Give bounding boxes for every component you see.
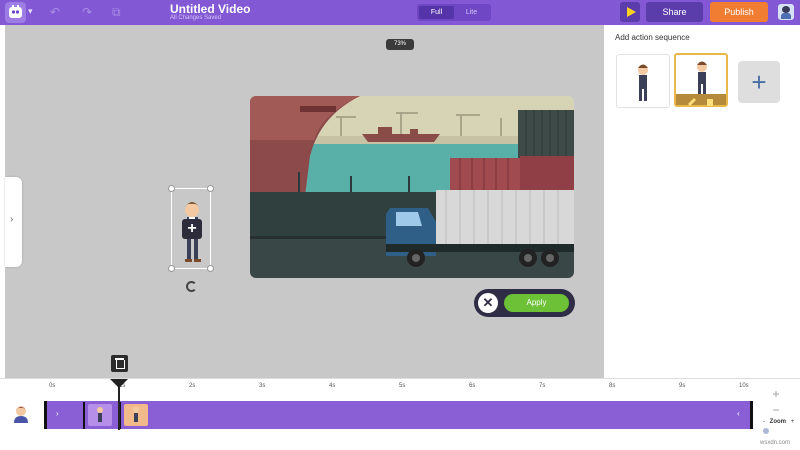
timeline-tick: 3s [259,383,266,389]
mode-lite-tab[interactable]: Lite [454,6,489,19]
timeline-tick: 7s [539,383,546,389]
timeline-tick: 4s [329,383,336,389]
character-track-avatar [11,404,31,424]
redo-icon[interactable]: ↷ [82,5,92,19]
playhead-line[interactable] [118,380,120,430]
resize-handle-bottom-left[interactable] [168,265,175,272]
trash-icon[interactable] [111,355,128,372]
zoom-control[interactable]: - Zoom + [763,419,794,425]
zoom-minus-symbol[interactable]: - [763,419,765,425]
clip-selection-bracket[interactable] [83,402,121,429]
share-button[interactable]: Share [646,2,703,22]
rotate-icon[interactable] [186,281,197,292]
timeline-tick: 0s [49,383,56,389]
zoom-plus-symbol[interactable]: + [791,419,795,425]
timeline-tick: 8s [609,383,616,389]
trash-icon [707,99,713,106]
action-thumbnail-2-selected[interactable] [674,53,728,107]
timeline-tick: 9s [679,383,686,389]
walking-pose-thumbnail [697,61,707,94]
undo-icon[interactable]: ↶ [50,5,60,19]
left-panel-toggle[interactable]: › [5,177,22,267]
play-button[interactable] [620,2,640,22]
timeline-tick: 6s [469,383,476,389]
walking-pose-thumbnail [638,64,648,101]
chevron-right-icon[interactable]: › [56,409,59,418]
save-status: All Changes Saved [170,15,222,21]
watermark: wsxdn.com [760,440,791,446]
timeline-tick: 10s [739,383,749,389]
edit-icon [688,98,696,106]
resize-handle-bottom-right[interactable] [207,265,214,272]
stage-zoom-badge: 73% [386,39,414,50]
chevron-right-icon: › [10,214,14,225]
publish-button[interactable]: Publish [710,2,768,22]
timeline-tick: 2s [189,383,196,389]
add-action-button[interactable]: + [182,219,202,239]
video-title[interactable]: Untitled Video [170,2,250,16]
app-root: ▾ ↶ ↷ ⧉ Untitled Video All Changes Saved… [0,0,800,450]
zoom-in-button[interactable]: + [770,388,782,400]
scene-canvas[interactable] [250,96,574,278]
resize-handle-top-right[interactable] [207,185,214,192]
mode-toggle[interactable]: Full Lite [417,4,491,21]
chevron-down-icon[interactable]: ▾ [28,6,33,17]
action-thumbnail-1[interactable] [616,54,670,108]
harbor-scene-illustration [250,96,574,278]
zoom-label: Zoom [769,419,787,425]
mode-full-tab[interactable]: Full [419,6,454,19]
character-track[interactable] [44,401,753,429]
action-clip-2[interactable] [124,404,148,426]
add-sequence-button[interactable]: + [738,61,780,103]
timeline-tick: 5s [399,383,406,389]
zoom-out-button[interactable]: − [770,404,782,416]
timeline: 0s 1s 2s 3s 4s 5s 6s 7s 8s 9s 10s › ‹ [0,378,800,450]
logo-icon[interactable] [5,2,26,23]
resize-handle-top-left[interactable] [168,185,175,192]
close-icon[interactable]: ✕ [478,293,498,313]
user-avatar[interactable] [778,4,794,20]
duplicate-icon[interactable]: ⧉ [112,5,121,20]
chevron-left-icon[interactable]: ‹ [737,409,740,418]
apply-button[interactable]: Apply [504,294,569,312]
panel-title: Add action sequence [615,33,690,42]
zoom-slider-thumb[interactable] [763,428,769,434]
thumbnail-action-bar [676,94,726,106]
top-bar: ▾ ↶ ↷ ⧉ Untitled Video All Changes Saved… [0,0,800,25]
